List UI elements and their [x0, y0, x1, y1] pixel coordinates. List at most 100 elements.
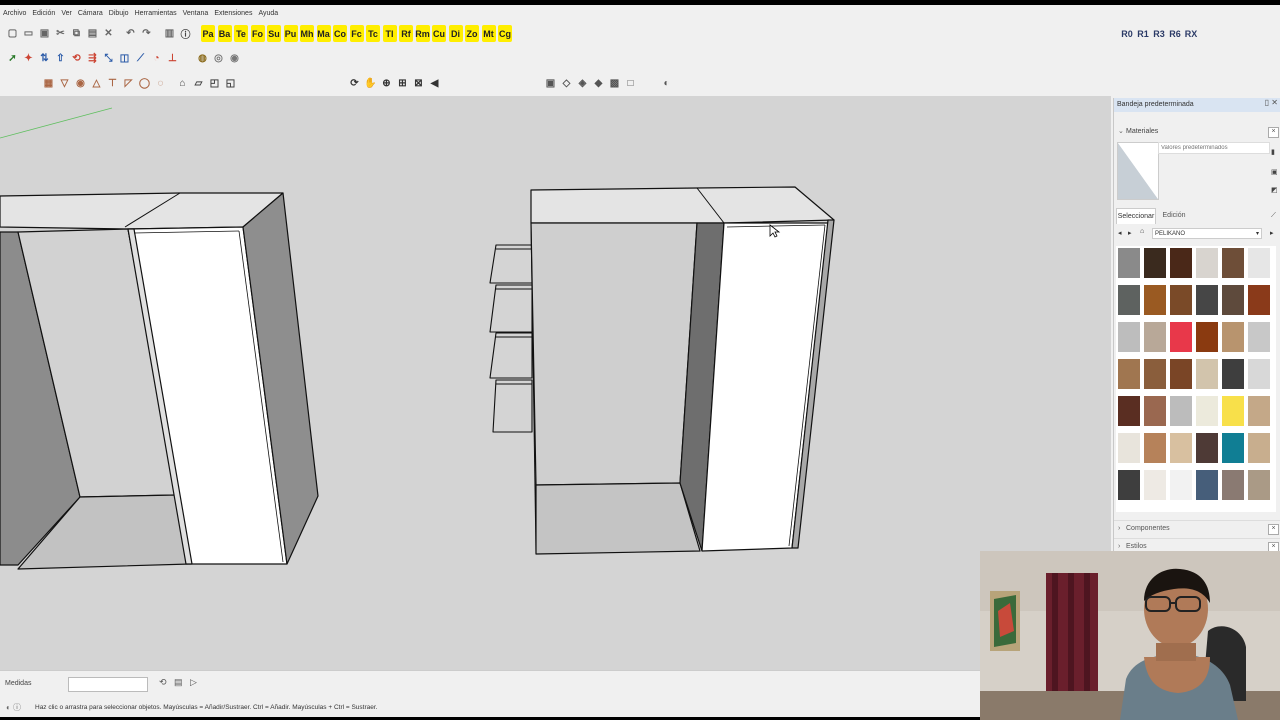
material-swatch[interactable] [1248, 248, 1270, 278]
tool-button-8[interactable]: Co [333, 25, 347, 42]
stamp-icon[interactable]: ▽ [58, 75, 71, 92]
material-swatch[interactable] [1196, 470, 1218, 500]
menu-item-5[interactable]: Herramientas [132, 10, 180, 17]
material-swatch[interactable] [1170, 285, 1192, 315]
offset-icon[interactable]: ◫ [118, 50, 131, 67]
tool-button-1[interactable]: Ba [217, 25, 232, 42]
menu-item-7[interactable]: Extensiones [211, 10, 255, 17]
tool-button-9[interactable]: Fc [349, 25, 364, 42]
material-swatch[interactable] [1248, 359, 1270, 389]
monochrome-icon[interactable]: □ [624, 75, 637, 92]
sample-paint-icon[interactable]: ◩ [1271, 186, 1279, 194]
follow-me-icon[interactable]: ⇶ [86, 50, 99, 67]
shaded-icon[interactable]: ◆ [592, 75, 605, 92]
save-icon[interactable]: ▣ [38, 25, 51, 42]
material-swatch[interactable] [1222, 285, 1244, 315]
new-file-icon[interactable]: ▢ [6, 25, 19, 42]
material-swatch[interactable] [1222, 470, 1244, 500]
material-swatch[interactable] [1118, 285, 1140, 315]
material-swatch[interactable] [1170, 248, 1192, 278]
redo-icon[interactable]: ↷ [140, 25, 153, 42]
tool-button-15[interactable]: Di [448, 25, 463, 42]
copy-icon[interactable]: ⧉ [70, 25, 83, 42]
material-swatch[interactable] [1222, 359, 1244, 389]
select-icon[interactable]: ➚ [6, 50, 19, 67]
material-swatch[interactable] [1196, 285, 1218, 315]
3d-viewport[interactable] [0, 96, 1111, 670]
top-view-icon[interactable]: ▱ [192, 75, 205, 92]
home-icon[interactable]: ⌂ [1140, 228, 1144, 235]
close-icon[interactable]: × [1268, 524, 1279, 535]
info-icon[interactable]: ◐ ⓘ [6, 702, 21, 713]
material-swatch[interactable] [1170, 470, 1192, 500]
tool-button-13[interactable]: Rm [415, 25, 430, 42]
tool-button-4[interactable]: Su [267, 25, 281, 42]
tool-button-2[interactable]: Te [234, 25, 248, 42]
tool-button-3[interactable]: Fo [250, 25, 265, 42]
orbit-icon[interactable]: ⟳ [348, 75, 361, 92]
protractor-icon[interactable]: ◔ [150, 50, 163, 67]
tool-button-11[interactable]: Tl [382, 25, 397, 42]
details-arrow-icon[interactable]: ▸ [1270, 229, 1274, 237]
material-swatch[interactable] [1170, 396, 1192, 426]
material-swatch[interactable] [1144, 285, 1166, 315]
paint-bucket-icon[interactable]: ◍ [196, 50, 209, 67]
material-swatch[interactable] [1170, 433, 1192, 463]
tape-measure-icon[interactable]: ⟋ [134, 50, 147, 67]
menu-item-0[interactable]: Archivo [0, 10, 29, 17]
paint-style-icon[interactable]: ◐ [660, 75, 673, 92]
cut-icon[interactable]: ✂ [54, 25, 67, 42]
material-swatch[interactable] [1118, 322, 1140, 352]
material-swatch[interactable] [1144, 433, 1166, 463]
pan-icon[interactable]: ✋ [364, 75, 377, 92]
tool-button-0[interactable]: Pa [201, 25, 215, 42]
display-secondary-icon[interactable]: ▮ [1271, 148, 1279, 156]
material-swatch[interactable] [1118, 359, 1140, 389]
from-scratch-icon[interactable]: ◯ [138, 75, 151, 92]
material-swatch[interactable] [1248, 285, 1270, 315]
component-icon[interactable]: ✦ [22, 50, 35, 67]
wireframe-icon[interactable]: ◇ [560, 75, 573, 92]
menu-item-4[interactable]: Dibujo [106, 10, 132, 17]
scale-icon[interactable]: ⤡ [102, 50, 115, 67]
measurements-input[interactable] [68, 677, 148, 692]
zoom-window-icon[interactable]: ⊞ [396, 75, 409, 92]
circle-icon[interactable]: ◌ [154, 75, 167, 92]
material-swatch[interactable] [1196, 396, 1218, 426]
credits-icon[interactable]: ▤ [174, 677, 184, 689]
axes-icon[interactable]: ⊥ [166, 50, 179, 67]
view-button-4[interactable]: RX [1182, 25, 1200, 42]
tool-button-5[interactable]: Pu [283, 25, 298, 42]
material-swatch[interactable] [1118, 470, 1140, 500]
tool-button-14[interactable]: Cu [432, 25, 446, 42]
from-contours-icon[interactable]: ◸ [122, 75, 135, 92]
drape-icon[interactable]: ◉ [74, 75, 87, 92]
library-select[interactable]: PELIKANO ▾ [1152, 228, 1262, 239]
material-swatch[interactable] [1248, 322, 1270, 352]
open-file-icon[interactable]: ▭ [22, 25, 35, 42]
material-swatch[interactable] [1248, 433, 1270, 463]
paste-icon[interactable]: ▤ [86, 25, 99, 42]
material-swatch[interactable] [1196, 322, 1218, 352]
material-swatch[interactable] [1144, 396, 1166, 426]
material-swatch[interactable] [1196, 248, 1218, 278]
front-view-icon[interactable]: ◰ [208, 75, 221, 92]
tool-button-18[interactable]: Cg [498, 25, 512, 42]
materials-panel-header[interactable]: ⌄ Materiales × [1114, 124, 1280, 140]
create-material-icon[interactable]: ▣ [1271, 168, 1279, 176]
erase-icon[interactable]: ✕ [102, 25, 115, 42]
tray-close-icon[interactable]: ✕ [1271, 98, 1278, 107]
hidden-line-icon[interactable]: ◈ [576, 75, 589, 92]
help-icon[interactable]: ▷ [190, 677, 200, 689]
walk-icon[interactable]: ◉ [228, 50, 241, 67]
tab-edit[interactable]: Edición [1158, 208, 1190, 224]
material-swatch[interactable] [1144, 359, 1166, 389]
material-swatch[interactable] [1144, 470, 1166, 500]
close-icon[interactable]: × [1268, 127, 1279, 138]
shaded-textures-icon[interactable]: ▩ [608, 75, 621, 92]
material-swatch[interactable] [1118, 433, 1140, 463]
material-swatch[interactable] [1222, 433, 1244, 463]
material-swatch[interactable] [1222, 248, 1244, 278]
right-view-icon[interactable]: ◱ [224, 75, 237, 92]
zoom-icon[interactable]: ⊕ [380, 75, 393, 92]
